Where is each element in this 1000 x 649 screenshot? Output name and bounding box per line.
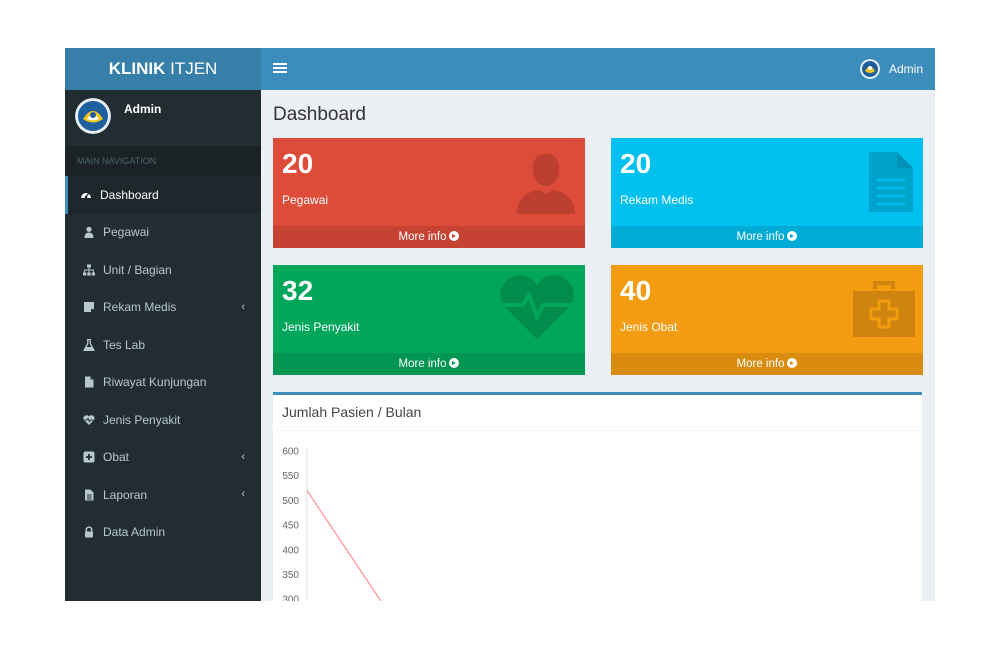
info-box-value: 20 (282, 148, 314, 179)
more-info-label: More info (398, 358, 447, 370)
y-tick-label: 450 (282, 521, 299, 532)
logo-bold: KLINIK (108, 59, 166, 78)
more-info-link[interactable]: More info (273, 226, 585, 248)
y-tick-label: 500 (282, 496, 299, 507)
chevron-left-icon[interactable]: ‹ (241, 488, 245, 500)
sidebar-item-tes-lab[interactable]: Tes Lab (65, 326, 261, 364)
info-box-value: 32 (282, 275, 314, 306)
more-info-label: More info (736, 231, 785, 243)
navbar-user-name: Admin (888, 62, 923, 76)
arrow-circle-right-icon (449, 231, 460, 241)
top-navbar: Admin (261, 48, 935, 90)
sidebar-item-pegawai[interactable]: Pegawai (65, 214, 261, 252)
y-tick-label: 600 (282, 447, 299, 458)
sitemap-icon (83, 264, 95, 276)
medkit-icon (853, 281, 915, 337)
arrow-circle-right-icon (787, 358, 798, 368)
more-info-link[interactable]: More info (611, 353, 923, 375)
heartbeat-icon (499, 275, 575, 339)
info-box-jenis-penyakit: 32 Jenis Penyakit More info (273, 265, 585, 375)
sidebar-item-label: Laporan (103, 487, 148, 502)
flask-icon (83, 338, 95, 351)
sidebar-item-label: Jenis Penyakit (103, 412, 181, 427)
sidebar-item-label: Dashboard (100, 187, 159, 202)
more-info-link[interactable]: More info (611, 226, 923, 248)
sidebar-item-dashboard[interactable]: Dashboard (65, 176, 261, 214)
plus-square-icon (83, 451, 95, 463)
sidebar-item-label: Rekam Medis (103, 300, 177, 315)
more-info-label: More info (736, 358, 785, 370)
sidebar-item-rekam-medis[interactable]: Rekam Medis ‹ (65, 289, 261, 327)
heartbeat-icon (83, 414, 95, 426)
sidebar-item-jenis-penyakit[interactable]: Jenis Penyakit (65, 401, 261, 439)
navbar-user-menu[interactable]: Admin (859, 48, 923, 90)
sidebar-item-label: Unit / Bagian (103, 262, 172, 277)
file-icon (83, 376, 95, 388)
file-text-icon (83, 489, 95, 501)
content-area: Dashboard 20 Pegawai More info 20 Rekam … (261, 90, 935, 601)
y-tick-label: 550 (282, 471, 299, 482)
sidebar-item-obat[interactable]: Obat ‹ (65, 439, 261, 477)
info-box-rekam-medis: 20 Rekam Medis More info (611, 138, 923, 248)
sidebar-item-label: Data Admin (103, 525, 166, 540)
info-box-label: Pegawai (282, 193, 329, 207)
sidebar-item-laporan[interactable]: Laporan ‹ (65, 476, 261, 514)
sidebar: Admin MAIN NAVIGATION Dashboard Pegawai … (65, 90, 261, 601)
arrow-circle-right-icon (787, 231, 798, 241)
line-chart: 600 550 500 450 400 350 300 (282, 447, 382, 601)
info-box-jenis-obat: 40 Jenis Obat More info (611, 265, 923, 375)
user-panel: Admin (65, 90, 261, 146)
sidebar-item-label: Obat (103, 450, 130, 465)
series-line (306, 490, 382, 601)
info-box-label: Jenis Penyakit (282, 320, 360, 334)
sidebar-avatar (75, 98, 111, 134)
sidebar-user-name: Admin (124, 102, 162, 116)
user-icon (83, 226, 95, 239)
arrow-circle-right-icon (449, 358, 460, 368)
chart-box: Jumlah Pasien / Bulan 600 550 500 450 400 350… (273, 392, 922, 601)
sidebar-header: MAIN NAVIGATION (65, 146, 261, 176)
sidebar-toggle-icon[interactable] (273, 61, 287, 77)
sidebar-item-label: Pegawai (103, 225, 150, 240)
info-box-value: 40 (620, 275, 652, 306)
lock-icon (83, 526, 95, 538)
chevron-left-icon[interactable]: ‹ (241, 451, 245, 463)
file-text-icon (869, 152, 913, 212)
app-logo[interactable]: KLINIK ITJEN (65, 48, 261, 90)
sidebar-item-label: Tes Lab (103, 337, 146, 352)
dashboard-icon (80, 189, 92, 201)
user-icon (517, 154, 575, 214)
y-tick-label: 350 (282, 570, 299, 581)
info-box-label: Jenis Obat (620, 320, 678, 334)
chart-title: Jumlah Pasien / Bulan (273, 395, 922, 431)
more-info-label: More info (398, 231, 447, 243)
sidebar-item-riwayat-kunjungan[interactable]: Riwayat Kunjungan (65, 364, 261, 402)
page-title: Dashboard (273, 104, 366, 125)
info-box-label: Rekam Medis (620, 193, 694, 207)
logo-light: ITJEN (165, 59, 218, 78)
sidebar-item-label: Riwayat Kunjungan (103, 375, 207, 390)
navbar-avatar (859, 59, 880, 79)
chevron-left-icon[interactable]: ‹ (241, 301, 245, 313)
app-window: KLINIK ITJEN Admin Admin MAIN NAVIGATION… (65, 48, 935, 601)
info-box-pegawai: 20 Pegawai More info (273, 138, 585, 248)
sidebar-item-unit-bagian[interactable]: Unit / Bagian (65, 251, 261, 289)
more-info-link[interactable]: More info (273, 353, 585, 375)
sticky-note-icon (83, 301, 95, 313)
y-tick-label: 300 (282, 595, 299, 601)
sidebar-item-data-admin[interactable]: Data Admin (65, 514, 261, 552)
y-tick-label: 400 (282, 545, 299, 556)
info-box-value: 20 (620, 148, 652, 179)
